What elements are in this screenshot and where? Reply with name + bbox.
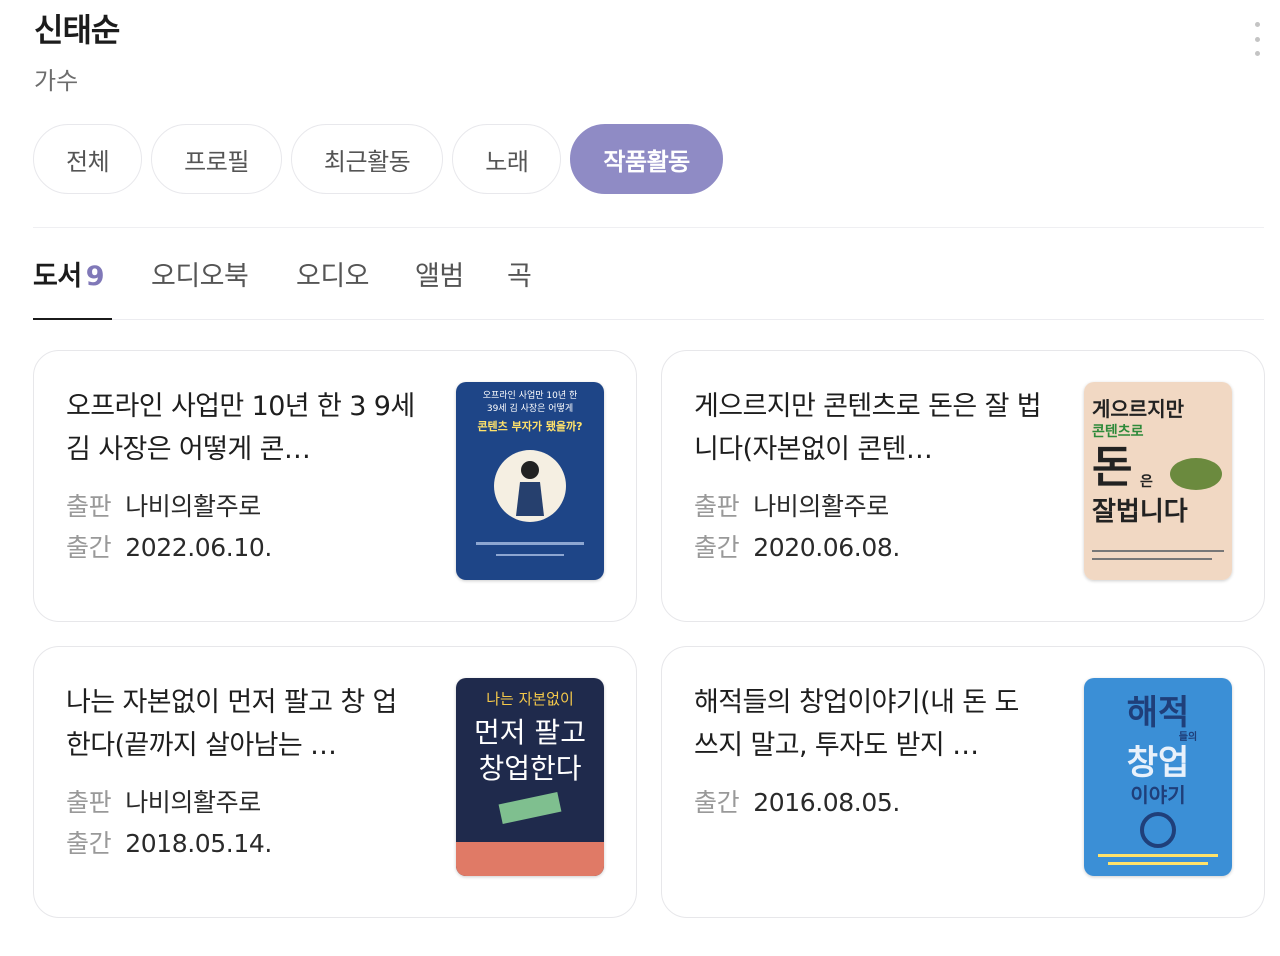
tab-albums[interactable]: 앨범 — [415, 254, 464, 318]
cover-text: 창업 — [1127, 743, 1190, 783]
book-title[interactable]: 오프라인 사업만 10년 한 3 9세 김 사장은 어떻게 콘… — [66, 385, 421, 471]
book-card[interactable]: 게으르지만 콘텐츠로 돈은 잘 법니다(자본없이 콘텐… 출판 나비의활주로 출간… — [661, 350, 1265, 622]
cover-text: 나는 자본없이 — [486, 690, 574, 708]
tab-audio[interactable]: 오디오 — [296, 254, 370, 318]
active-tab-indicator — [33, 318, 112, 320]
cover-text: 은 — [1140, 474, 1153, 490]
publisher-label: 출판 — [66, 492, 112, 521]
page-title: 신태순 — [34, 11, 120, 49]
cover-text: 이야기 — [1130, 783, 1185, 807]
book-date-row: 출간 2016.08.05. — [694, 783, 900, 823]
date-value: 2020.06.08. — [753, 533, 900, 562]
date-value: 2018.05.14. — [125, 829, 272, 858]
book-title[interactable]: 해적들의 창업이야기(내 돈 도 쓰지 말고, 투자도 받지 … — [694, 681, 1049, 767]
cover-text: 잘법니다 — [1092, 497, 1188, 527]
cover-text: 콘텐츠로 — [1092, 423, 1144, 440]
date-label: 출간 — [66, 533, 112, 562]
cover-text: 창업한다 — [478, 752, 581, 785]
page-subtitle: 가수 — [34, 67, 79, 95]
publisher-label: 출판 — [66, 788, 112, 817]
tab-books-label: 도서 — [33, 261, 82, 292]
date-label: 출간 — [694, 533, 740, 562]
date-value: 2022.06.10. — [125, 533, 272, 562]
book-card[interactable]: 해적들의 창업이야기(내 돈 도 쓰지 말고, 투자도 받지 … 출간 2016.… — [661, 646, 1265, 918]
date-value: 2016.08.05. — [753, 788, 900, 817]
chip-works[interactable]: 작품활동 — [570, 124, 723, 194]
tab-audiobooks[interactable]: 오디오북 — [151, 254, 249, 318]
cover-text: 돈 — [1092, 442, 1132, 493]
works-tabs: 도서 9 오디오북 오디오 앨범 곡 — [33, 240, 1264, 320]
more-vertical-icon[interactable] — [1252, 22, 1262, 56]
divider — [33, 227, 1264, 228]
chip-profile[interactable]: 프로필 — [151, 124, 282, 194]
cover-text: 콘텐츠 부자가 됐을까? — [477, 419, 582, 433]
cover-text: 해적 — [1127, 693, 1190, 733]
date-label: 출간 — [694, 788, 740, 817]
book-title[interactable]: 게으르지만 콘텐츠로 돈은 잘 법니다(자본없이 콘텐… — [694, 385, 1049, 471]
header: 신태순 가수 — [34, 8, 1280, 108]
book-cover-image[interactable]: 오프라인 사업만 10년 한 39세 김 사장은 어떻게 콘텐츠 부자가 됐을까… — [456, 382, 604, 580]
tab-books-count: 9 — [85, 261, 105, 292]
book-card[interactable]: 오프라인 사업만 10년 한 3 9세 김 사장은 어떻게 콘… 출판 나비의활주… — [33, 350, 637, 622]
date-label: 출간 — [66, 829, 112, 858]
publisher-value: 나비의활주로 — [753, 492, 889, 521]
tab-books[interactable]: 도서 9 — [33, 254, 104, 318]
cover-text: 먼저 팔고 — [474, 716, 586, 749]
book-publisher-row: 출판 나비의활주로 — [66, 783, 261, 823]
cover-text: 오프라인 사업만 10년 한 — [483, 390, 578, 401]
book-date-row: 출간 2020.06.08. — [694, 528, 900, 568]
publisher-value: 나비의활주로 — [125, 788, 261, 817]
publisher-value: 나비의활주로 — [125, 492, 261, 521]
book-date-row: 출간 2022.06.10. — [66, 528, 272, 568]
book-publisher-row: 출판 나비의활주로 — [694, 487, 889, 527]
category-chips: 전체 프로필 최근활동 노래 작품활동 — [33, 124, 723, 194]
cover-text: 게으르지만 — [1092, 397, 1185, 421]
cover-text: 39세 김 사장은 어떻게 — [487, 402, 573, 414]
chip-songs[interactable]: 노래 — [452, 124, 562, 194]
tab-tracks[interactable]: 곡 — [507, 254, 532, 318]
chip-all[interactable]: 전체 — [33, 124, 143, 194]
cover-text: 들의 — [1179, 730, 1197, 743]
book-date-row: 출간 2018.05.14. — [66, 824, 272, 864]
book-publisher-row: 출판 나비의활주로 — [66, 487, 261, 527]
book-cover-image[interactable]: 해적 들의 창업 이야기 — [1084, 678, 1232, 876]
publisher-label: 출판 — [694, 492, 740, 521]
chip-recent-activity[interactable]: 최근활동 — [290, 124, 444, 194]
book-title[interactable]: 나는 자본없이 먼저 팔고 창 업한다(끝까지 살아남는 … — [66, 681, 421, 767]
book-cover-image[interactable]: 나는 자본없이 먼저 팔고 창업한다 — [456, 678, 604, 876]
book-cover-image[interactable]: 게으르지만 콘텐츠로 돈 은 잘법니다 — [1084, 382, 1232, 580]
book-card[interactable]: 나는 자본없이 먼저 팔고 창 업한다(끝까지 살아남는 … 출판 나비의활주로 … — [33, 646, 637, 918]
